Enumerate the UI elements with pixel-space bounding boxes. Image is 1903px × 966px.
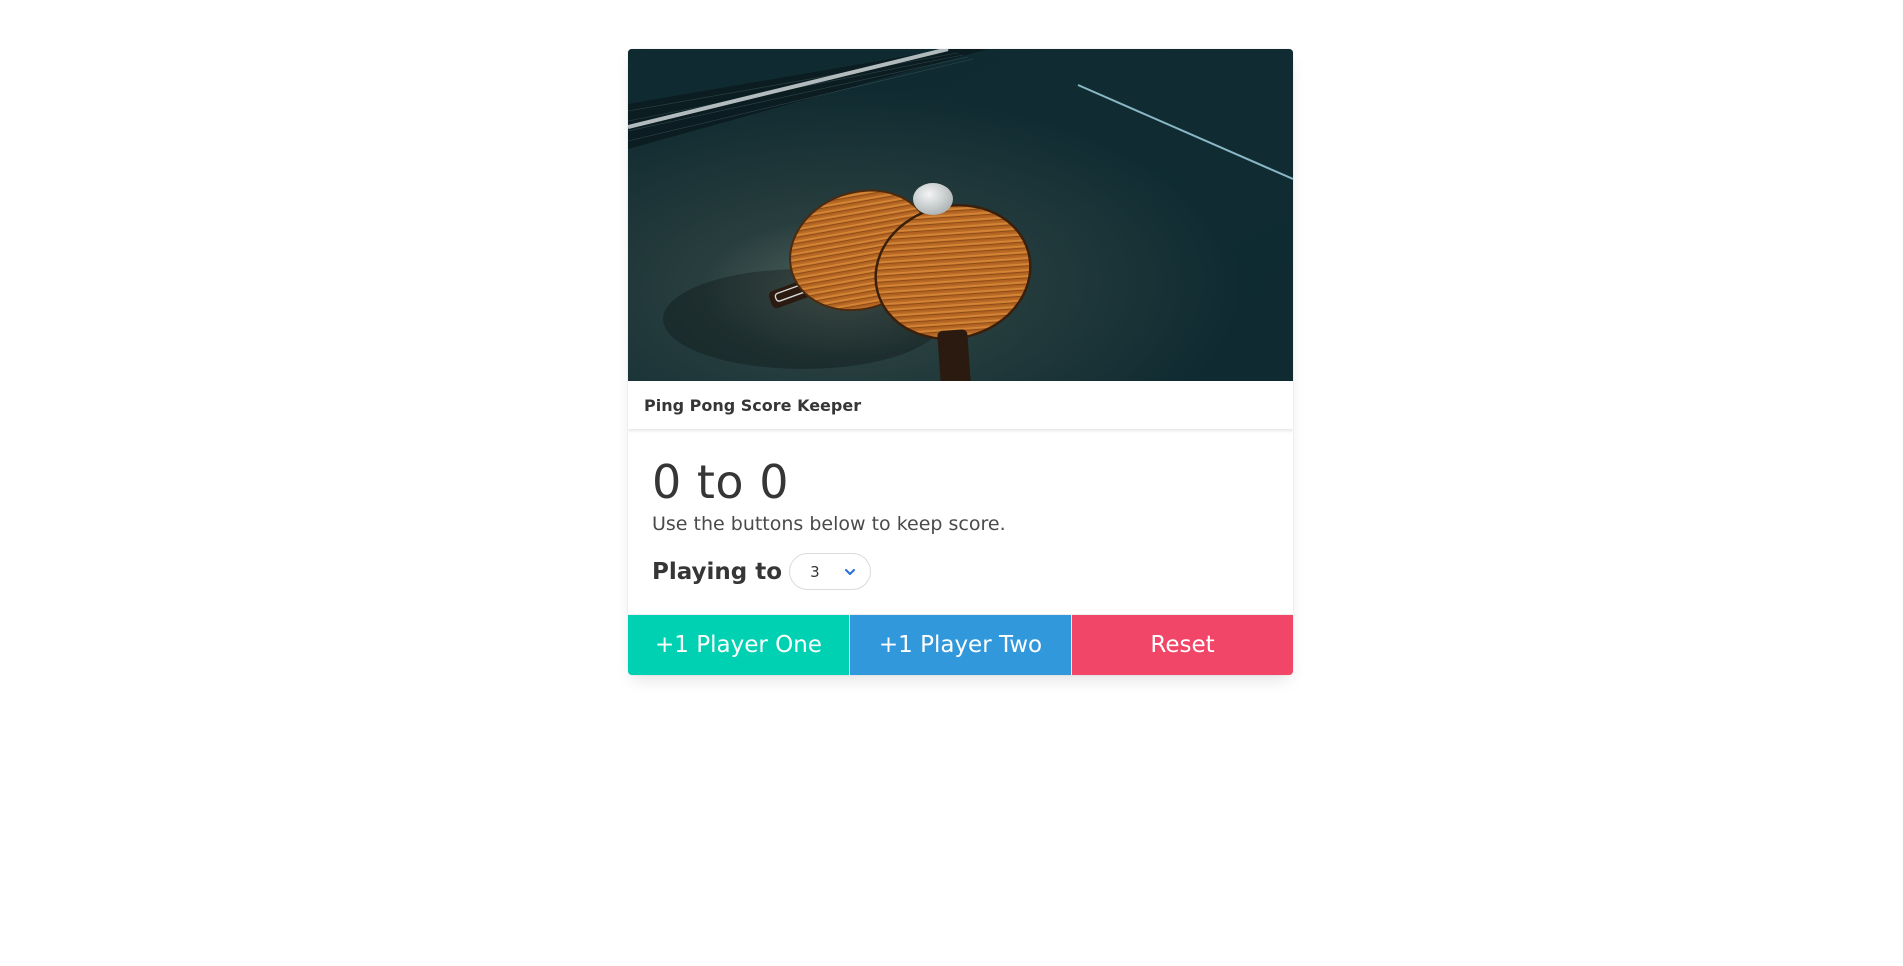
playing-to-label: Playing to (652, 558, 783, 585)
score-card: Ping Pong Score Keeper 0 to 0 Use the bu… (628, 49, 1293, 675)
chevron-down-icon (844, 568, 856, 575)
score-display: 0 to 0 (652, 455, 789, 509)
card-content: 0 to 0 Use the buttons below to keep sco… (628, 429, 1293, 614)
playing-to-select[interactable]: 3 (789, 553, 872, 590)
playing-to-row: Playing to 3 (652, 553, 1269, 590)
ping-pong-image (628, 49, 1293, 381)
card-footer: +1 Player One +1 Player Two Reset (628, 614, 1293, 675)
player-one-button[interactable]: +1 Player One (628, 615, 849, 675)
player-two-button[interactable]: +1 Player Two (849, 615, 1071, 675)
instructions-text: Use the buttons below to keep score. (652, 513, 1006, 535)
card-header-title: Ping Pong Score Keeper (644, 395, 862, 415)
playing-to-selected-value: 3 (810, 562, 820, 581)
reset-button[interactable]: Reset (1071, 615, 1293, 675)
card-header: Ping Pong Score Keeper (628, 381, 1293, 429)
